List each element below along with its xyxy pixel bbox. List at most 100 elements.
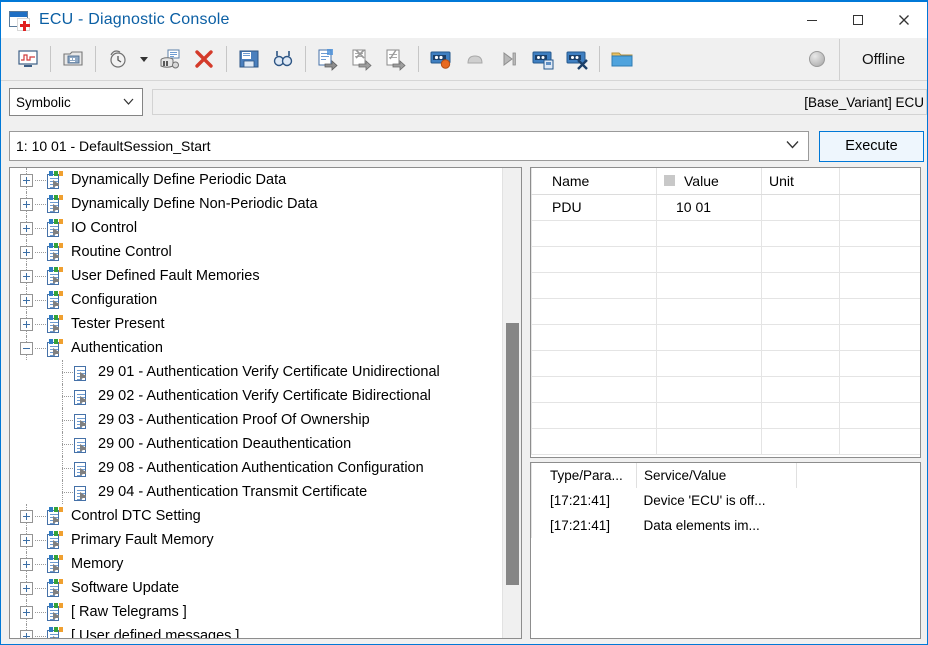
- parameter-row-empty[interactable]: [531, 220, 920, 247]
- tree-item-label: Memory: [71, 556, 124, 572]
- service-item-icon: [73, 459, 91, 477]
- column-header-name[interactable]: Name: [531, 168, 657, 195]
- tree-item-label: 29 00 - Authentication Deauthentication: [98, 436, 352, 452]
- toolbar-separator: [95, 46, 96, 72]
- expand-icon[interactable]: [20, 293, 33, 307]
- expand-icon[interactable]: [20, 557, 33, 571]
- expand-icon[interactable]: [20, 629, 33, 638]
- column-header-service-value[interactable]: Service/Value: [636, 463, 797, 488]
- expand-icon[interactable]: [20, 245, 33, 259]
- history-dropdown-arrow[interactable]: [135, 42, 153, 76]
- service-group-icon: [46, 579, 64, 597]
- tree-item[interactable]: 29 04 - Authentication Transmit Certific…: [10, 480, 502, 504]
- connection-status[interactable]: Offline: [839, 38, 927, 80]
- tree-item[interactable]: Primary Fault Memory: [10, 528, 502, 552]
- close-button[interactable]: [881, 2, 927, 37]
- collapse-icon[interactable]: [20, 341, 33, 355]
- parameter-row-empty[interactable]: [531, 272, 920, 299]
- parameter-cell-empty: [531, 402, 657, 429]
- tree-item[interactable]: Configuration: [10, 288, 502, 312]
- find-icon[interactable]: [266, 42, 300, 76]
- parameter-row-empty[interactable]: [531, 324, 920, 351]
- tree-item[interactable]: Control DTC Setting: [10, 504, 502, 528]
- tree-item[interactable]: Dynamically Define Non-Periodic Data: [10, 192, 502, 216]
- ecu-dim-icon[interactable]: [458, 42, 492, 76]
- history-icon[interactable]: [101, 42, 135, 76]
- tree-item[interactable]: User Defined Fault Memories: [10, 264, 502, 288]
- expand-icon[interactable]: [20, 197, 33, 211]
- tree-item[interactable]: 29 03 - Authentication Proof Of Ownershi…: [10, 408, 502, 432]
- column-header-extra[interactable]: [839, 168, 920, 195]
- tree-scrollbar-thumb[interactable]: [506, 323, 519, 585]
- column-header-value[interactable]: Value: [656, 168, 762, 195]
- column-header-type-param[interactable]: Type/Para...: [531, 463, 637, 488]
- tree-item[interactable]: Software Update: [10, 576, 502, 600]
- tree-connector: [62, 491, 73, 493]
- ecu-clear-icon[interactable]: [560, 42, 594, 76]
- tree-item[interactable]: Tester Present: [10, 312, 502, 336]
- tree-item[interactable]: Dynamically Define Periodic Data: [10, 168, 502, 192]
- tree-connector: [35, 347, 46, 349]
- trace-window-icon[interactable]: [11, 42, 45, 76]
- tree-item[interactable]: Authentication: [10, 336, 502, 360]
- parameter-name: PDU: [531, 194, 657, 221]
- service-tree[interactable]: Dynamically Define Periodic Data Dynamica…: [10, 168, 502, 638]
- export-delete-icon[interactable]: [345, 42, 379, 76]
- export-icon[interactable]: [379, 42, 413, 76]
- parameter-row-empty[interactable]: [531, 402, 920, 429]
- tree-scrollbar[interactable]: [502, 168, 521, 638]
- parameter-row-empty[interactable]: [531, 376, 920, 403]
- toolbar-separator: [50, 46, 51, 72]
- expand-icon[interactable]: [20, 269, 33, 283]
- log-row[interactable]: [17:21:41] Device 'ECU' is off...: [531, 488, 921, 513]
- main-toolbar: Offline: [1, 38, 927, 81]
- tree-item[interactable]: IO Control: [10, 216, 502, 240]
- expand-icon[interactable]: [20, 581, 33, 595]
- parameter-row-empty[interactable]: [531, 246, 920, 273]
- maximize-button[interactable]: [835, 2, 881, 37]
- expand-icon[interactable]: [20, 173, 33, 187]
- expand-icon[interactable]: [20, 317, 33, 331]
- database-settings-icon[interactable]: [153, 42, 187, 76]
- tree-item[interactable]: [ User defined messages ]: [10, 624, 502, 638]
- chevron-down-icon: [123, 97, 134, 107]
- folder-icon[interactable]: [605, 42, 639, 76]
- ecu-save-icon[interactable]: [526, 42, 560, 76]
- tree-item[interactable]: Routine Control: [10, 240, 502, 264]
- tree-item[interactable]: 29 01 - Authentication Verify Certificat…: [10, 360, 502, 384]
- minimize-button[interactable]: [789, 2, 835, 37]
- parameter-cell-empty: [531, 220, 657, 247]
- column-header-unit[interactable]: Unit: [761, 168, 840, 195]
- delete-icon[interactable]: [187, 42, 221, 76]
- parameter-row-empty[interactable]: [531, 350, 920, 377]
- column-header-log-extra[interactable]: [796, 463, 920, 488]
- parameter-cell-empty: [761, 272, 840, 299]
- service-group-icon: [46, 243, 64, 261]
- ecu-stop-icon[interactable]: [424, 42, 458, 76]
- configuration-icon[interactable]: [56, 42, 90, 76]
- parameter-cell-empty: [761, 324, 840, 351]
- tree-item[interactable]: 29 08 - Authentication Authentication Co…: [10, 456, 502, 480]
- tree-item[interactable]: 29 02 - Authentication Verify Certificat…: [10, 384, 502, 408]
- tree-guide-line: [62, 456, 63, 480]
- expand-icon[interactable]: [20, 605, 33, 619]
- expand-icon[interactable]: [20, 221, 33, 235]
- parameter-row[interactable]: PDU 10 01: [531, 194, 920, 221]
- save-icon[interactable]: [232, 42, 266, 76]
- parameter-row-empty[interactable]: [531, 428, 920, 455]
- expand-icon[interactable]: [20, 509, 33, 523]
- service-select[interactable]: 1: 10 01 - DefaultSession_Start: [9, 131, 809, 161]
- parameter-row-empty[interactable]: [531, 298, 920, 325]
- expand-icon[interactable]: [20, 533, 33, 547]
- import-icon[interactable]: [311, 42, 345, 76]
- step-icon[interactable]: [492, 42, 526, 76]
- service-group-icon: [46, 531, 64, 549]
- toolbar-separator: [305, 46, 306, 72]
- execute-button[interactable]: Execute: [819, 130, 924, 162]
- log-row[interactable]: [17:21:41] Data elements im...: [531, 513, 921, 538]
- tree-item[interactable]: [ Raw Telegrams ]: [10, 600, 502, 624]
- parameter-cell-empty: [656, 220, 762, 247]
- tree-item[interactable]: 29 00 - Authentication Deauthentication: [10, 432, 502, 456]
- tree-item[interactable]: Memory: [10, 552, 502, 576]
- display-mode-select[interactable]: Symbolic: [9, 88, 143, 116]
